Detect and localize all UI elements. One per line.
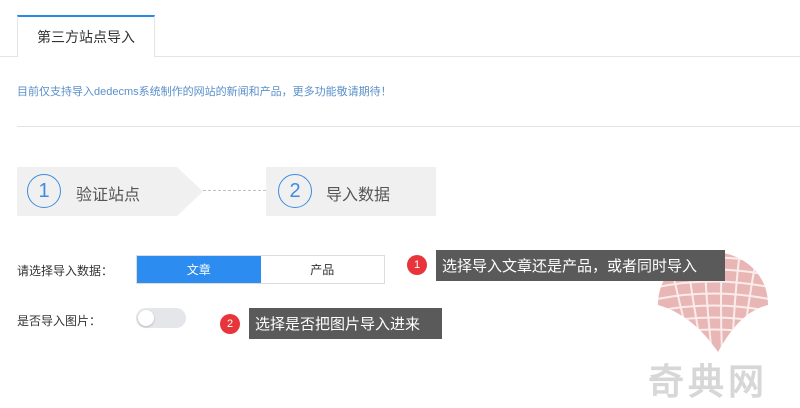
option-product[interactable]: 产品 [261,256,385,283]
annotation-tooltip: 选择导入文章还是产品，或者同时导入 [436,250,725,281]
data-type-selector: 文章 产品 [136,255,385,284]
tab-bar: 第三方站点导入 [0,0,800,57]
step-import-data: 2 导入数据 [266,167,436,216]
annotation-tooltip: 选择是否把图片导入进来 [249,308,442,339]
step-number: 1 [27,174,61,208]
watermark-text: 奇典网 [648,361,769,403]
option-article[interactable]: 文章 [137,256,261,283]
annotation-badge: 2 [220,314,240,334]
step-label: 验证站点 [76,187,141,204]
import-images-toggle[interactable] [136,308,186,328]
tab-third-party-import[interactable]: 第三方站点导入 [17,15,155,57]
toggle-knob [138,310,154,326]
import-images-label: 是否导入图片： [17,314,102,328]
step-label: 导入数据 [326,187,391,204]
import-notice: 目前仅支持导入dedecms系统制作的网站的新闻和产品，更多功能敬请期待！ [17,86,392,98]
annotation-badge: 1 [407,255,427,275]
data-type-label: 请选择导入数据： [17,264,114,278]
divider [17,126,800,127]
step-number: 2 [278,174,312,208]
step-connector [203,190,266,191]
step-verify-site: 1 验证站点 [17,167,203,216]
